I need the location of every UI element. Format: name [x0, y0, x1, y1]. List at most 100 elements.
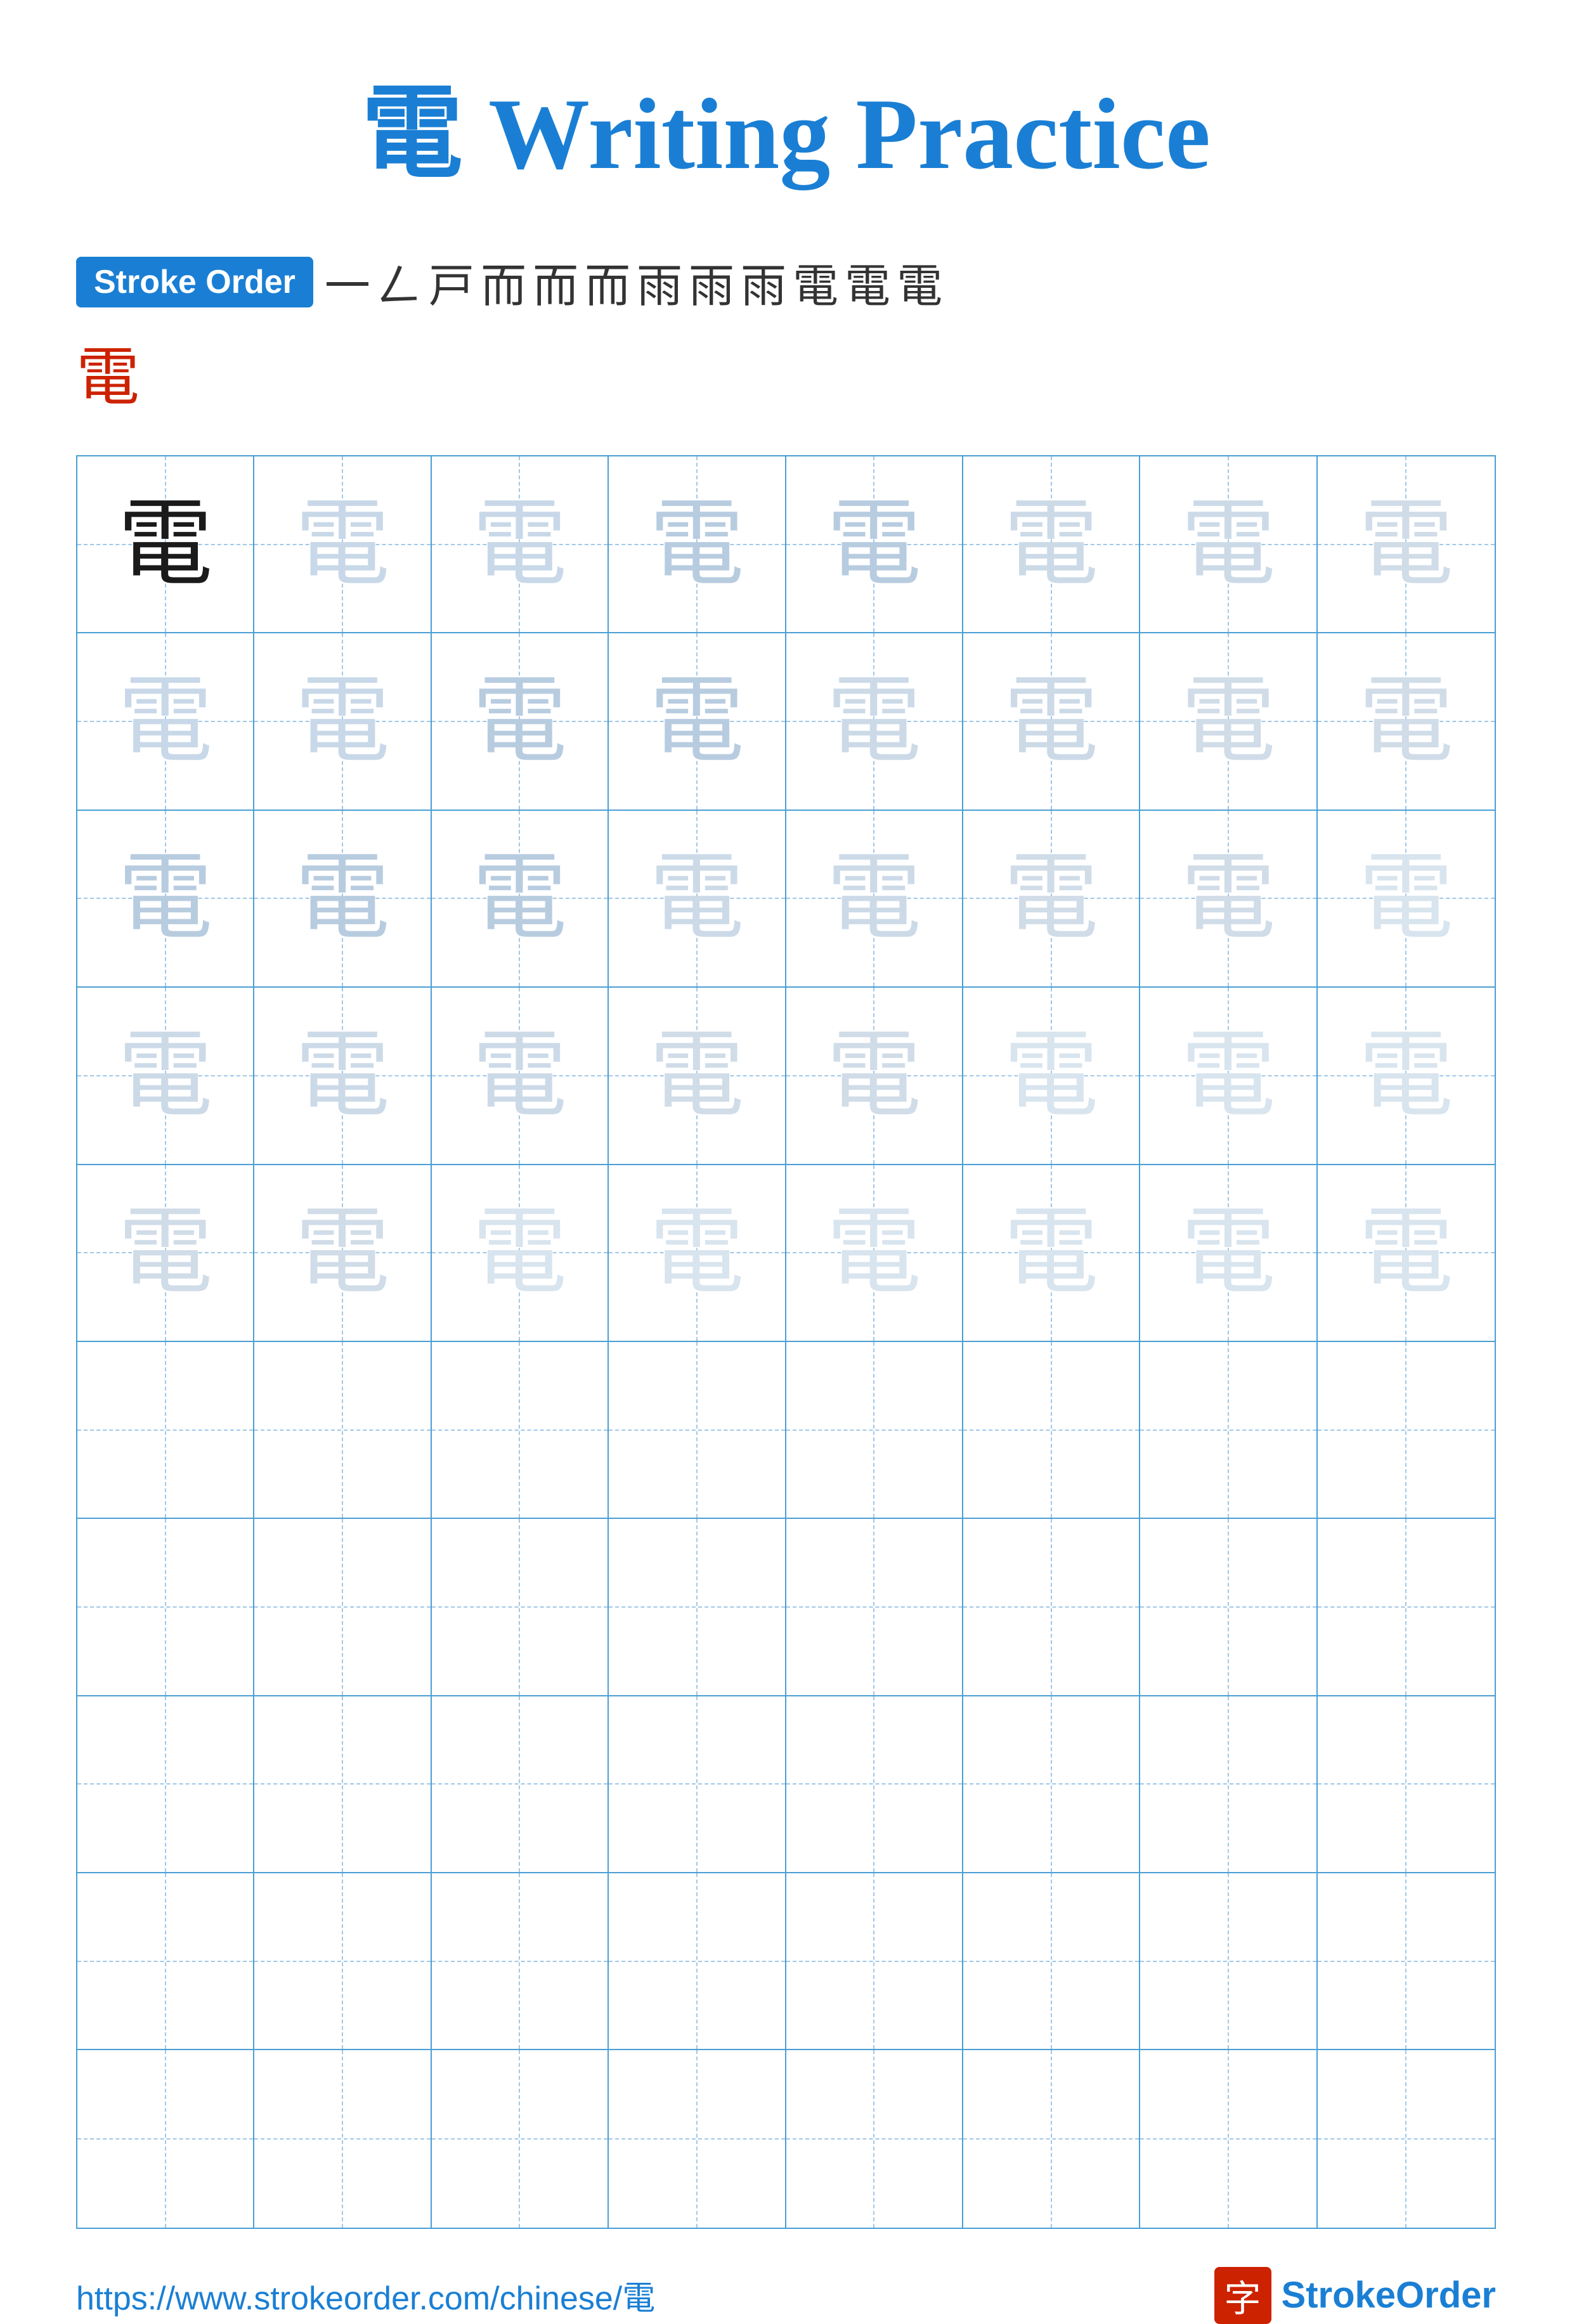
- cell-9-6[interactable]: [963, 1873, 1140, 2050]
- cell-2-3[interactable]: 電: [432, 633, 609, 810]
- cell-1-6[interactable]: 電: [963, 456, 1140, 633]
- char-guide: 電: [1004, 1205, 1099, 1300]
- cell-10-8[interactable]: [1318, 2050, 1495, 2227]
- cell-7-1[interactable]: [77, 1519, 254, 1696]
- cell-10-2[interactable]: [254, 2050, 431, 2227]
- cell-7-3[interactable]: [432, 1519, 609, 1696]
- cell-5-5[interactable]: 電: [786, 1165, 963, 1342]
- char-guide: 電: [1004, 851, 1099, 946]
- cell-8-6[interactable]: [963, 1696, 1140, 1873]
- cell-5-1[interactable]: 電: [77, 1165, 254, 1342]
- cell-5-7[interactable]: 電: [1140, 1165, 1317, 1342]
- stroke-12: 電: [897, 249, 942, 315]
- stroke-7: 雨: [637, 249, 682, 315]
- cell-3-2[interactable]: 電: [254, 811, 431, 988]
- cell-2-1[interactable]: 電: [77, 633, 254, 810]
- cell-4-1[interactable]: 電: [77, 988, 254, 1165]
- cell-3-5[interactable]: 電: [786, 811, 963, 988]
- cell-9-8[interactable]: [1318, 1873, 1495, 2050]
- char-guide: 電: [649, 1205, 744, 1300]
- cell-2-7[interactable]: 電: [1140, 633, 1317, 810]
- cell-1-8[interactable]: 電: [1318, 456, 1495, 633]
- cell-9-1[interactable]: [77, 1873, 254, 2050]
- cell-1-2[interactable]: 電: [254, 456, 431, 633]
- cell-6-6[interactable]: [963, 1342, 1140, 1519]
- cell-4-7[interactable]: 電: [1140, 988, 1317, 1165]
- cell-4-2[interactable]: 電: [254, 988, 431, 1165]
- cell-9-5[interactable]: [786, 1873, 963, 2050]
- cell-9-3[interactable]: [432, 1873, 609, 2050]
- cell-2-2[interactable]: 電: [254, 633, 431, 810]
- cell-10-7[interactable]: [1140, 2050, 1317, 2227]
- brand-stroke: Stroke: [1282, 2275, 1396, 2316]
- cell-7-5[interactable]: [786, 1519, 963, 1696]
- cell-6-1[interactable]: [77, 1342, 254, 1519]
- cell-4-3[interactable]: 電: [432, 988, 609, 1165]
- cell-2-4[interactable]: 電: [609, 633, 786, 810]
- cell-2-6[interactable]: 電: [963, 633, 1140, 810]
- cell-7-6[interactable]: [963, 1519, 1140, 1696]
- cell-6-7[interactable]: [1140, 1342, 1317, 1519]
- grid-row-9: [77, 1873, 1495, 2050]
- char-guide: 電: [1358, 851, 1453, 946]
- cell-10-6[interactable]: [963, 2050, 1140, 2227]
- stroke-sequence: 一 𠃋 戸 而 而 而 雨 雨 雨 電 電 電: [325, 249, 942, 315]
- cell-1-7[interactable]: 電: [1140, 456, 1317, 633]
- cell-4-4[interactable]: 電: [609, 988, 786, 1165]
- stroke-3: 戸: [429, 249, 474, 315]
- char-dark: 電: [118, 497, 213, 592]
- cell-5-3[interactable]: 電: [432, 1165, 609, 1342]
- cell-3-1[interactable]: 電: [77, 811, 254, 988]
- char-guide: 電: [1004, 674, 1099, 769]
- cell-4-6[interactable]: 電: [963, 988, 1140, 1165]
- cell-10-4[interactable]: [609, 2050, 786, 2227]
- cell-1-5[interactable]: 電: [786, 456, 963, 633]
- cell-6-8[interactable]: [1318, 1342, 1495, 1519]
- stroke-2: 𠃋: [377, 249, 422, 315]
- cell-6-3[interactable]: [432, 1342, 609, 1519]
- cell-8-5[interactable]: [786, 1696, 963, 1873]
- cell-7-2[interactable]: [254, 1519, 431, 1696]
- cell-5-2[interactable]: 電: [254, 1165, 431, 1342]
- grid-row-8: [77, 1696, 1495, 1873]
- cell-3-8[interactable]: 電: [1318, 811, 1495, 988]
- cell-6-2[interactable]: [254, 1342, 431, 1519]
- cell-9-7[interactable]: [1140, 1873, 1317, 2050]
- cell-3-7[interactable]: 電: [1140, 811, 1317, 988]
- cell-4-8[interactable]: 電: [1318, 988, 1495, 1165]
- char-guide: 電: [1181, 497, 1276, 592]
- cell-6-5[interactable]: [786, 1342, 963, 1519]
- cell-3-6[interactable]: 電: [963, 811, 1140, 988]
- cell-6-4[interactable]: [609, 1342, 786, 1519]
- cell-8-8[interactable]: [1318, 1696, 1495, 1873]
- cell-8-4[interactable]: [609, 1696, 786, 1873]
- cell-5-6[interactable]: 電: [963, 1165, 1140, 1342]
- cell-8-2[interactable]: [254, 1696, 431, 1873]
- char-guide: 電: [295, 674, 390, 769]
- cell-1-3[interactable]: 電: [432, 456, 609, 633]
- cell-10-3[interactable]: [432, 2050, 609, 2227]
- cell-2-5[interactable]: 電: [786, 633, 963, 810]
- cell-8-3[interactable]: [432, 1696, 609, 1873]
- cell-3-3[interactable]: 電: [432, 811, 609, 988]
- cell-9-2[interactable]: [254, 1873, 431, 2050]
- cell-5-4[interactable]: 電: [609, 1165, 786, 1342]
- cell-1-4[interactable]: 電: [609, 456, 786, 633]
- cell-5-8[interactable]: 電: [1318, 1165, 1495, 1342]
- cell-10-5[interactable]: [786, 2050, 963, 2227]
- cell-9-4[interactable]: [609, 1873, 786, 2050]
- cell-7-7[interactable]: [1140, 1519, 1317, 1696]
- grid-row-1: 電 電 電 電 電 電 電 電: [77, 456, 1495, 633]
- cell-1-1[interactable]: 電: [77, 456, 254, 633]
- cell-4-5[interactable]: 電: [786, 988, 963, 1165]
- cell-2-8[interactable]: 電: [1318, 633, 1495, 810]
- cell-10-1[interactable]: [77, 2050, 254, 2227]
- cell-7-8[interactable]: [1318, 1519, 1495, 1696]
- cell-7-4[interactable]: [609, 1519, 786, 1696]
- cell-8-1[interactable]: [77, 1696, 254, 1873]
- stroke-1: 一: [325, 249, 370, 315]
- cell-8-7[interactable]: [1140, 1696, 1317, 1873]
- footer-url[interactable]: https://www.strokeorder.com/chinese/電: [76, 2271, 655, 2319]
- grid-row-5: 電 電 電 電 電 電 電 電: [77, 1165, 1495, 1342]
- cell-3-4[interactable]: 電: [609, 811, 786, 988]
